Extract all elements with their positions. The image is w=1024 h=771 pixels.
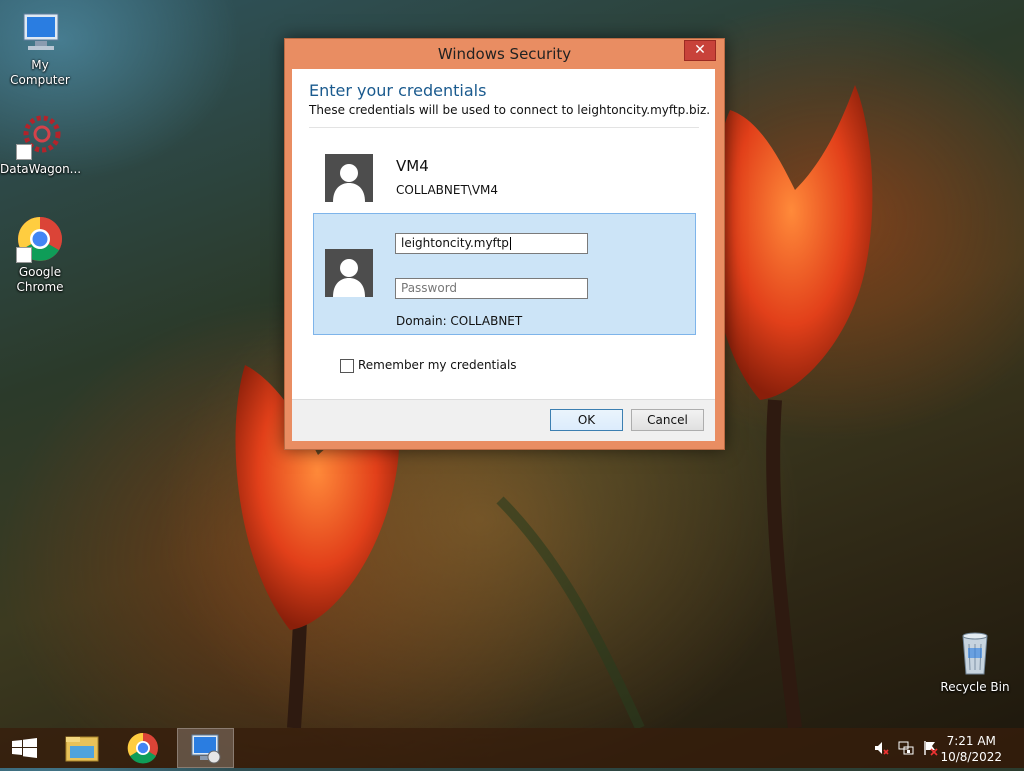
start-button[interactable]	[0, 728, 52, 768]
desktop-icon-label: Recycle Bin	[940, 680, 1010, 694]
chrome-icon	[127, 732, 158, 764]
taskbar-chrome[interactable]	[117, 728, 169, 768]
windows-start-icon	[12, 738, 37, 758]
shortcut-arrow-icon	[16, 247, 32, 263]
credential-entry-tile[interactable]: leightoncity.myftp Password Domain: COLL…	[313, 213, 696, 335]
dialog-body: Enter your credentials These credentials…	[292, 69, 715, 441]
close-icon: ✕	[694, 42, 706, 58]
desktop-icon-my-computer[interactable]: My Computer	[0, 8, 80, 88]
dialog-subtext: These credentials will be used to connec…	[309, 103, 711, 117]
windows-security-dialog: Windows Security ✕ Enter your credential…	[284, 38, 725, 450]
dialog-heading: Enter your credentials	[309, 81, 487, 100]
ok-button[interactable]: OK	[550, 409, 623, 431]
dialog-title: Windows Security	[437, 45, 572, 63]
checkbox-box[interactable]	[340, 358, 354, 373]
speaker-muted-icon[interactable]	[873, 740, 889, 756]
account-name: VM4	[396, 157, 429, 175]
cancel-button[interactable]: Cancel	[631, 409, 704, 431]
shortcut-arrow-icon	[16, 144, 32, 160]
account-domain: COLLABNET\VM4	[396, 183, 499, 197]
chrome-icon	[16, 215, 64, 263]
domain-label: Domain: COLLABNET	[396, 314, 523, 328]
taskbar-remote-desktop[interactable]	[177, 728, 234, 768]
clock-date: 10/8/2022	[940, 750, 1002, 764]
recycle-bin-icon	[951, 630, 999, 678]
desktop-icon-datawagon[interactable]: DataWagon...	[0, 112, 82, 177]
desktop-icon-recycle-bin[interactable]: Recycle Bin	[935, 630, 1015, 695]
password-field[interactable]: Password	[395, 278, 588, 299]
desktop-icon-label: My Computer	[10, 58, 70, 87]
taskbar-file-explorer[interactable]	[56, 728, 108, 768]
remember-label: Remember my credentials	[358, 358, 517, 372]
action-center-icon[interactable]	[922, 740, 938, 756]
close-button[interactable]: ✕	[684, 40, 716, 61]
desktop-icon-label: DataWagon...	[0, 162, 82, 176]
remember-credentials-checkbox[interactable]: Remember my credentials	[340, 358, 517, 373]
desktop-icon-label-line1: Google	[18, 265, 62, 279]
remote-desktop-icon	[191, 734, 221, 764]
file-explorer-icon	[65, 736, 99, 762]
clock-time: 7:21 AM	[946, 734, 996, 748]
password-placeholder: Password	[401, 281, 458, 295]
desktop-icon-label-line2: Chrome	[16, 280, 64, 294]
system-clock[interactable]: 7:21 AM 10/8/2022	[940, 733, 1002, 765]
user-avatar-icon	[325, 154, 373, 202]
computer-icon	[16, 8, 64, 56]
text-caret	[509, 237, 511, 250]
dialog-footer: OK Cancel	[292, 399, 715, 441]
username-field[interactable]: leightoncity.myftp	[395, 233, 588, 254]
datawagon-icon	[16, 112, 64, 160]
desktop-icon-google-chrome[interactable]: Google Chrome	[0, 215, 80, 295]
user-avatar-icon	[325, 249, 373, 297]
divider	[309, 127, 699, 128]
username-value: leightoncity.myftp	[401, 236, 509, 250]
network-icon[interactable]	[898, 740, 914, 756]
taskbar: 7:21 AM 10/8/2022	[0, 728, 1024, 768]
